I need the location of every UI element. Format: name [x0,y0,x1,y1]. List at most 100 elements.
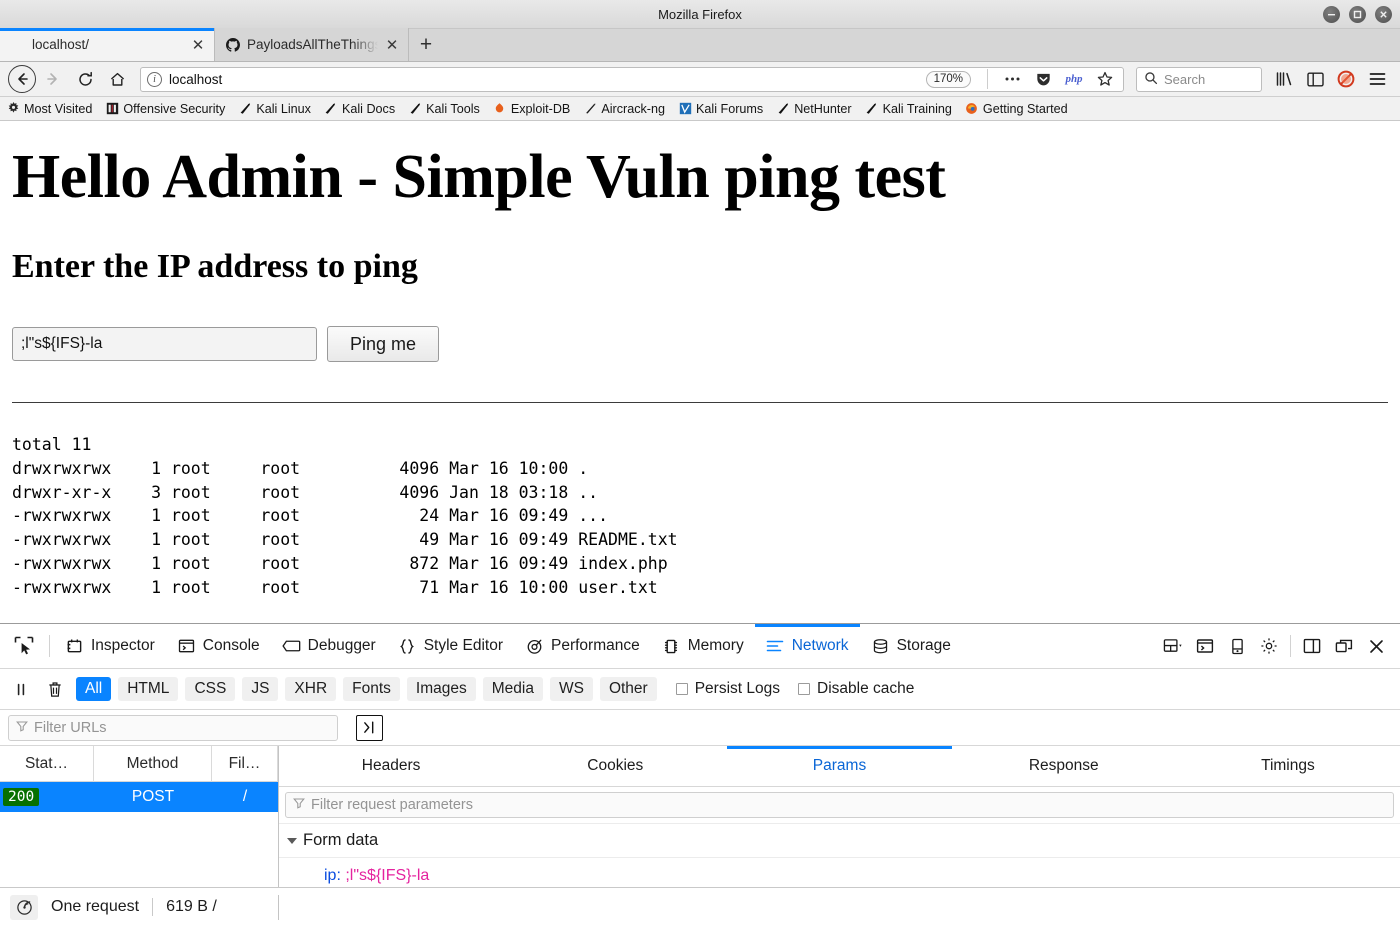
search-icon [1144,71,1158,88]
filter-chip-ws[interactable]: WS [549,677,593,701]
filter-chip-other[interactable]: Other [599,677,657,701]
url-filter-input[interactable]: Filter URLs [8,714,338,741]
row-file-cell: / [242,788,248,805]
param-filter-input[interactable]: Filter request parameters [285,792,1394,818]
element-picker-icon[interactable] [3,624,45,668]
column-header-file[interactable]: Fil… [212,745,278,782]
filter-chip-all[interactable]: All [76,677,112,701]
bookmark-kali-linux[interactable]: Kali Linux [238,102,311,116]
bookmark-aircrack-ng[interactable]: Aircrack-ng [583,102,665,116]
toggle-request-details-icon[interactable] [356,714,383,741]
star-icon[interactable] [1093,67,1117,92]
gear-icon[interactable] [1254,631,1284,661]
tab-memory[interactable]: Memory [651,624,755,668]
filter-chip-html[interactable]: HTML [118,677,179,701]
status-badge: 200 [3,788,40,806]
detail-tab-params[interactable]: Params [727,746,951,786]
dock-window-icon[interactable] [1329,631,1359,661]
tab-label: Console [202,637,260,654]
bookmark-exploit-db[interactable]: Exploit-DB [493,102,570,116]
dragon-icon [776,102,790,116]
console-icon [177,637,196,656]
bookmark-kali-forums[interactable]: Kali Forums [678,102,763,116]
detail-tab-cookies[interactable]: Cookies [503,746,727,786]
reload-icon[interactable] [70,64,100,94]
url-filter-placeholder: Filter URLs [34,719,107,736]
filter-chip-xhr[interactable]: XHR [285,677,337,701]
bookmark-getting-started[interactable]: Getting Started [965,102,1068,116]
devtools-status-bar: One request 619 B / [0,887,1400,926]
network-list-empty-area [0,812,278,887]
tab-label: Memory [687,637,744,654]
table-row[interactable]: 200 POST / [0,782,278,812]
new-tab-button[interactable]: + [409,28,443,61]
info-icon[interactable]: i [147,71,162,87]
ping-me-button[interactable]: Ping me [327,326,440,363]
tab-close-icon[interactable]: ✕ [384,37,400,54]
blank-page-icon [10,37,26,53]
content-divider [12,402,1388,404]
column-header-status[interactable]: Stat… [0,745,94,782]
tab-label: Network [791,637,849,654]
php-icon[interactable]: php [1062,67,1086,92]
filter-chip-fonts[interactable]: Fonts [343,677,400,701]
filter-chip-js[interactable]: JS [242,677,279,701]
tab-style-editor[interactable]: Style Editor [387,624,514,668]
tab-inspector[interactable]: Inspector [54,624,166,668]
detail-tab-response[interactable]: Response [952,746,1176,786]
memory-icon [662,637,681,656]
form-data-group-header[interactable]: Form data [279,824,1400,858]
hamburger-menu-icon[interactable] [1362,64,1392,94]
bookmark-label: NetHunter [794,101,852,116]
tab-network[interactable]: Network [755,624,860,668]
search-input[interactable]: Search [1136,66,1262,92]
bookmark-most-visited[interactable]: Most Visited [6,102,92,116]
minimize-button[interactable] [1323,6,1340,23]
url-bar[interactable]: i localhost 170% php [140,66,1124,92]
filter-chip-images[interactable]: Images [406,677,476,701]
tab-label: Storage [896,637,951,654]
tab-storage[interactable]: Storage [860,624,962,668]
detail-tab-timings[interactable]: Timings [1176,746,1400,786]
bookmark-kali-docs[interactable]: Kali Docs [324,102,395,116]
page-subtitle: Enter the IP address to ping [12,248,418,286]
library-icon[interactable] [1269,64,1299,94]
bookmark-kali-tools[interactable]: Kali Tools [408,102,480,116]
detail-tab-headers[interactable]: Headers [279,746,503,786]
ip-input[interactable] [12,327,317,362]
trash-icon[interactable] [40,676,70,702]
maximize-button[interactable] [1349,6,1366,23]
bookmark-nethunter[interactable]: NetHunter [776,101,852,116]
filter-chip-media[interactable]: Media [482,677,543,701]
tab-performance[interactable]: Performance [514,624,651,668]
pause-icon[interactable] [8,676,34,702]
layout-icon[interactable] [1158,631,1188,661]
tab-console[interactable]: Console [166,624,271,668]
home-icon[interactable] [102,64,132,94]
param-value[interactable]: ;l"s${IFS}-la [345,867,429,884]
persist-logs-checkbox[interactable]: Persist Logs [675,680,780,698]
tab-label: Performance [550,637,640,654]
noscript-icon[interactable] [1331,64,1361,94]
tab-close-icon[interactable]: ✕ [190,37,206,54]
responsive-device-icon[interactable] [1222,631,1252,661]
forums-icon [678,102,692,116]
split-console-icon[interactable] [1190,631,1220,661]
column-header-method[interactable]: Method [94,745,212,782]
bookmark-kali-training[interactable]: Kali Training [865,102,952,116]
dock-side-icon[interactable] [1297,631,1327,661]
zoom-level-badge[interactable]: 170% [925,70,971,88]
tab-debugger[interactable]: Debugger [271,624,387,668]
close-button[interactable] [1375,6,1392,23]
pocket-icon[interactable] [1031,67,1055,92]
browser-tab-payloadsallthethings[interactable]: PayloadsAllTheThings/Co ✕ [215,28,409,61]
network-throttling-icon[interactable] [10,894,38,920]
sidebar-icon[interactable] [1300,64,1330,94]
browser-tab-localhost[interactable]: localhost/ ✕ [0,28,215,61]
disable-cache-checkbox[interactable]: Disable cache [798,680,914,698]
bookmark-offensive-security[interactable]: Offensive Security [105,102,225,116]
ellipsis-icon[interactable] [1000,67,1024,92]
back-arrow-icon[interactable] [8,65,36,93]
close-icon[interactable] [1361,631,1391,661]
filter-chip-css[interactable]: CSS [185,677,236,701]
